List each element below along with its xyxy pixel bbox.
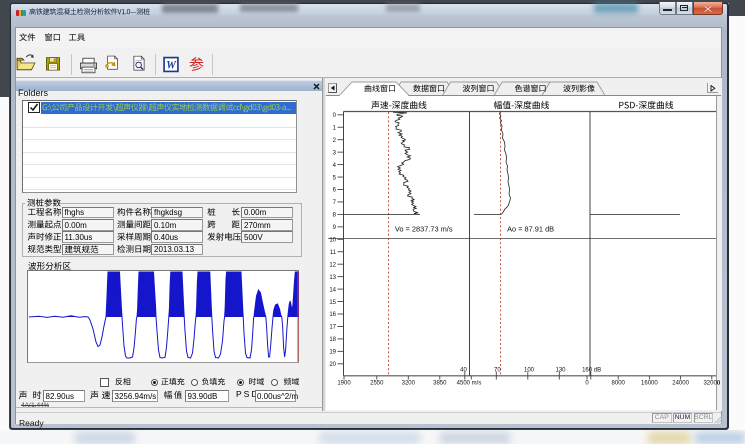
- svg-text:4: 4: [333, 163, 337, 169]
- svg-text:70: 70: [494, 368, 501, 374]
- svg-text:0: 0: [333, 113, 337, 119]
- svg-text:15: 15: [329, 300, 336, 306]
- svg-text:3850: 3850: [433, 381, 447, 387]
- svg-text:7: 7: [333, 200, 337, 206]
- svg-text:9: 9: [333, 225, 337, 231]
- svg-text:1: 1: [333, 125, 337, 131]
- svg-text:2550: 2550: [370, 381, 384, 387]
- svg-text:11: 11: [330, 250, 337, 256]
- svg-text:3: 3: [333, 150, 337, 156]
- svg-text:20: 20: [329, 362, 336, 368]
- svg-text:160 dB: 160 dB: [582, 368, 601, 374]
- svg-text:100: 100: [524, 368, 535, 374]
- svg-text:19: 19: [329, 350, 336, 356]
- svg-text:8000: 8000: [612, 381, 626, 387]
- svg-text:16000: 16000: [641, 381, 658, 387]
- svg-text:24000: 24000: [672, 381, 689, 387]
- svg-text:Vo = 2837.73 m/s: Vo = 2837.73 m/s: [395, 224, 453, 233]
- svg-text:3200: 3200: [402, 381, 416, 387]
- svg-text:14: 14: [329, 287, 336, 293]
- svg-text:5: 5: [333, 175, 337, 181]
- svg-text:4500 m/s: 4500 m/s: [457, 381, 482, 387]
- svg-text:Ao = 87.91 dB: Ao = 87.91 dB: [507, 224, 554, 233]
- svg-text:13: 13: [329, 275, 336, 281]
- svg-text:u: u: [717, 381, 720, 387]
- svg-text:2: 2: [333, 138, 337, 144]
- svg-text:10: 10: [329, 238, 336, 244]
- svg-text:18: 18: [329, 337, 336, 343]
- svg-text:1900: 1900: [337, 381, 351, 387]
- svg-text:0: 0: [585, 381, 589, 387]
- svg-text:130: 130: [555, 368, 566, 374]
- svg-text:8: 8: [333, 213, 337, 219]
- svg-text:40: 40: [460, 368, 467, 374]
- svg-text:17: 17: [329, 325, 336, 331]
- svg-text:12: 12: [329, 262, 336, 268]
- svg-text:W: W: [166, 60, 177, 72]
- svg-text:6: 6: [333, 188, 337, 194]
- svg-text:16: 16: [329, 312, 336, 318]
